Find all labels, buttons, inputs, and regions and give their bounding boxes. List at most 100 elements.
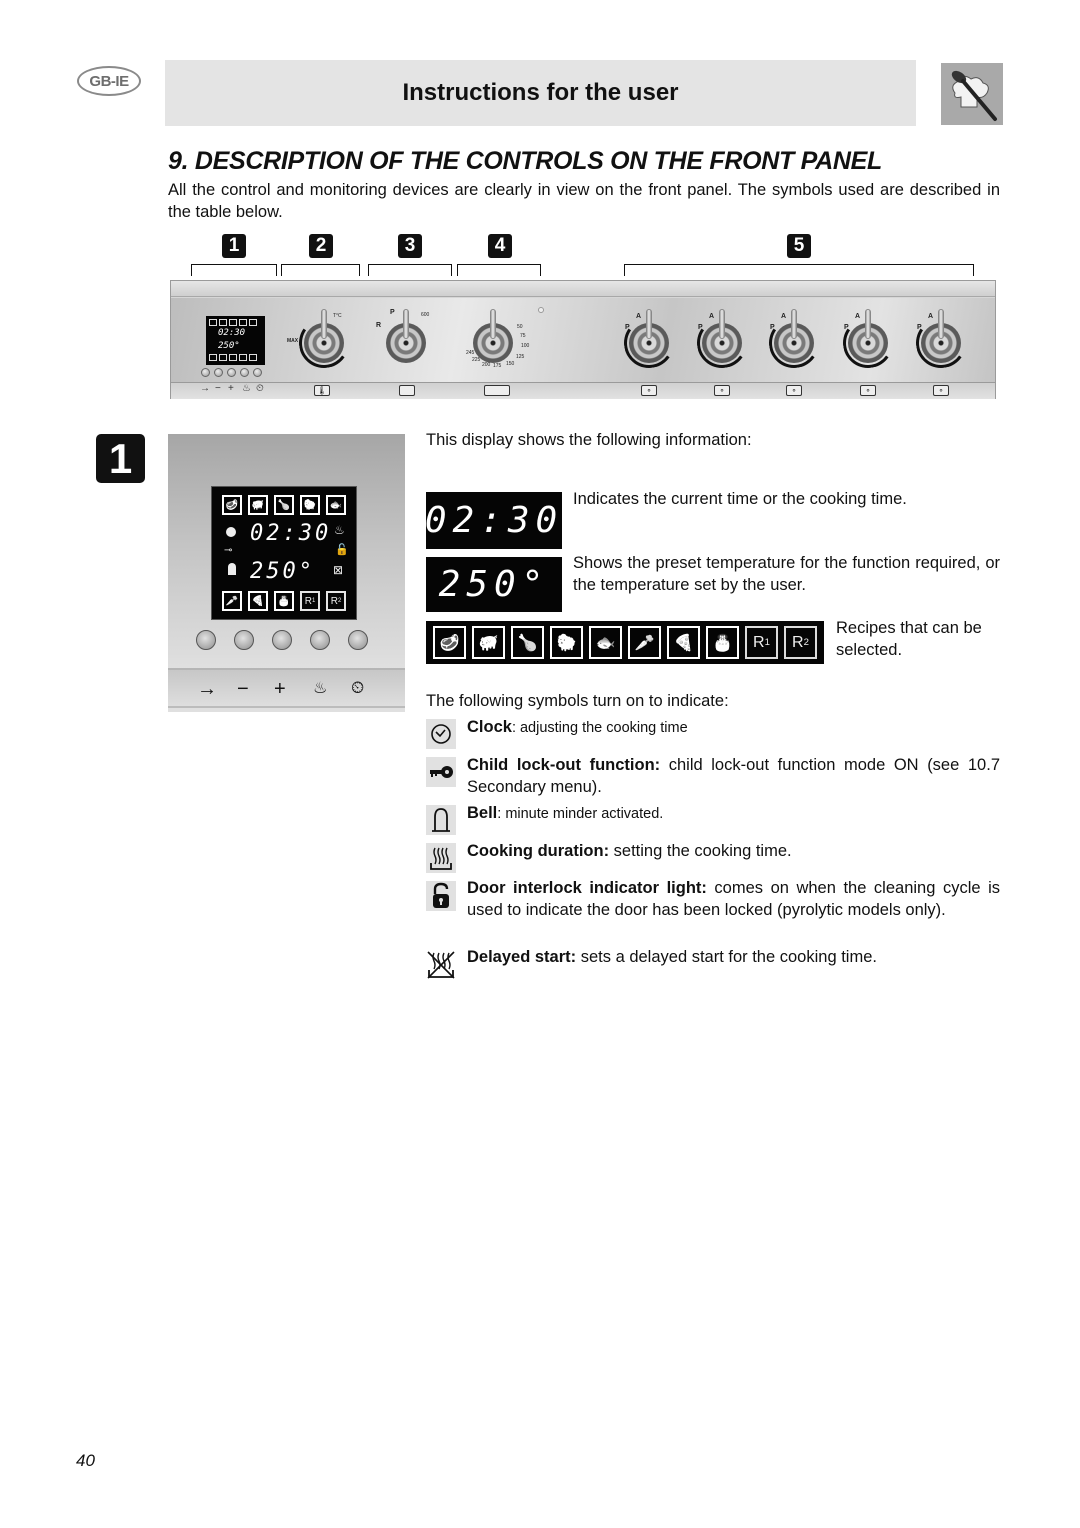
mini-clock-icon: ⏲ bbox=[256, 383, 264, 394]
mini-button[interactable] bbox=[201, 368, 210, 377]
hob-burner-knob-2[interactable] bbox=[702, 309, 742, 363]
knob-handle bbox=[646, 309, 652, 339]
display-bell-icon bbox=[228, 563, 236, 575]
mini-button[interactable] bbox=[240, 368, 249, 377]
symbol-text: : adjusting the cooking time bbox=[511, 720, 688, 736]
programmer-button-2[interactable] bbox=[234, 630, 254, 650]
timer-scale-225: 225 bbox=[472, 357, 481, 363]
time-display-text: Indicates the current time or the cookin… bbox=[573, 490, 907, 508]
header-title: Instructions for the user bbox=[402, 79, 679, 106]
fish-icon: 🐟 bbox=[589, 626, 622, 659]
display-padlock-icon: 🔓 bbox=[335, 544, 349, 556]
hob-burner-knob-3[interactable] bbox=[774, 309, 814, 363]
knob-handle bbox=[938, 309, 944, 339]
language-badge: GB-IE bbox=[77, 66, 141, 96]
hob-knob-label-a: A bbox=[636, 313, 642, 320]
knob2-label-p: P bbox=[390, 309, 395, 316]
indicator-light bbox=[538, 307, 544, 313]
symbol-title: Bell bbox=[467, 804, 498, 822]
function-selector-knob[interactable] bbox=[386, 309, 426, 363]
knob1-label-top: T°C bbox=[333, 313, 342, 319]
cooking-duration-icon: ♨ bbox=[313, 680, 328, 697]
lamb-icon: 🐑 bbox=[550, 626, 583, 659]
mini-button[interactable] bbox=[227, 368, 236, 377]
knob1-label-left: MAX bbox=[287, 338, 299, 344]
mini-button[interactable] bbox=[214, 368, 223, 377]
mini-recipe-row-top bbox=[209, 319, 257, 326]
hob-knob-label-p: P bbox=[698, 324, 703, 331]
programmer-button-3[interactable] bbox=[272, 630, 292, 650]
beef-icon: 🥩 bbox=[433, 626, 466, 659]
programmer-button-4[interactable] bbox=[310, 630, 330, 650]
mini-plus-icon: + bbox=[228, 383, 234, 394]
burner-position-symbol: ∘ bbox=[714, 385, 730, 396]
burner-position-symbol: ∘ bbox=[933, 385, 949, 396]
symbol-text: sets a delayed start for the cooking tim… bbox=[576, 948, 877, 966]
hob-knob-label-a: A bbox=[781, 313, 787, 320]
timer-symbol-box bbox=[484, 385, 510, 396]
hob-knob-label-p: P bbox=[770, 324, 775, 331]
symbol-clock-description: Clock: adjusting the cooking time bbox=[467, 716, 1000, 739]
clock-icon bbox=[426, 719, 456, 749]
page-header: Instructions for the user bbox=[165, 60, 916, 126]
thermostat-knob[interactable] bbox=[304, 309, 344, 363]
knob-handle bbox=[865, 309, 871, 339]
symbol-title: Clock bbox=[467, 718, 512, 736]
delayed-start-icon bbox=[426, 950, 456, 980]
figure-1-badge: 1 bbox=[96, 434, 145, 483]
timer-scale-75: 75 bbox=[520, 333, 526, 339]
thermometer-symbol-box: 🌡 bbox=[314, 385, 330, 396]
symbol-title: Delayed start: bbox=[467, 948, 577, 966]
symbol-text: : minute minder activated. bbox=[497, 806, 664, 822]
pork-icon: 🐖 bbox=[472, 626, 505, 659]
mini-button[interactable] bbox=[253, 368, 262, 377]
mini-temp: 250° bbox=[218, 341, 240, 351]
hob-burner-knob-1[interactable] bbox=[629, 309, 669, 363]
pizza-icon: 🍕 bbox=[667, 626, 700, 659]
minus-icon: − bbox=[237, 678, 249, 700]
bracket-3 bbox=[368, 264, 452, 276]
timer-scale-100: 100 bbox=[521, 343, 530, 349]
timer-scale-245: 245 bbox=[466, 350, 475, 356]
intro-text: All the control and monitoring devices a… bbox=[168, 181, 1000, 221]
padlock-icon bbox=[426, 881, 456, 911]
symbols-lead: The following symbols turn on to indicat… bbox=[426, 692, 729, 710]
mini-recipe-row-bottom bbox=[209, 354, 257, 361]
clock-icon: ⏲ bbox=[351, 678, 365, 697]
temp-display-text: Shows the preset temperature for the fun… bbox=[573, 554, 1000, 594]
timer-scale-200: 200 bbox=[482, 362, 491, 368]
hob-burner-knob-4[interactable] bbox=[848, 309, 888, 363]
hob-knob-label-p: P bbox=[844, 324, 849, 331]
chef-hat-spoon-icon bbox=[941, 63, 1003, 125]
temp-display-sample: 250° bbox=[426, 557, 562, 612]
symbol-bell-description: Bell: minute minder activated. bbox=[467, 802, 1000, 825]
bracket-1 bbox=[191, 264, 277, 276]
knob-handle bbox=[719, 309, 725, 339]
programmer-panel-enlarged: 🥩 🐖 🍗 🐑 🐟 ⊸ 02:30 250° ♨ 🔓 ⊠ 🥕 🍕 🎂 R 1 R 2 → − + ♨… bbox=[168, 434, 405, 712]
programmer-button-1[interactable] bbox=[196, 630, 216, 650]
hob-burner-knob-5[interactable] bbox=[921, 309, 961, 363]
recipe-r2: R2 bbox=[784, 626, 817, 659]
knob-handle bbox=[403, 309, 409, 339]
recipe-icons-strip: 🥩 🐖 🍗 🐑 🐟 🥕 🍕 🎂 R 1 R 2 bbox=[426, 621, 824, 664]
callout-1: 1 bbox=[222, 234, 246, 258]
lamb-icon: 🐑 bbox=[300, 495, 320, 515]
recipe-r1: R1 bbox=[300, 591, 320, 611]
recipe-r2: R2 bbox=[326, 591, 346, 611]
display-time: 02:30 bbox=[250, 521, 332, 546]
mini-arrow-icon: → bbox=[200, 383, 210, 394]
mini-display: 02:30 250° bbox=[206, 316, 265, 365]
programmer-button-5[interactable] bbox=[348, 630, 368, 650]
display-recipe-row-bottom: 🥕 🍕 🎂 R 1 R 2 bbox=[222, 591, 346, 611]
bracket-4 bbox=[457, 264, 541, 276]
vegetables-icon: 🥕 bbox=[628, 626, 661, 659]
hob-knob-label-a: A bbox=[928, 313, 934, 320]
section-title: 9. DESCRIPTION OF THE CONTROLS ON THE FR… bbox=[168, 147, 883, 175]
callout-5: 5 bbox=[787, 234, 811, 258]
burner-position-symbol: ∘ bbox=[860, 385, 876, 396]
hob-knob-label-a: A bbox=[709, 313, 715, 320]
symbol-title: Cooking duration: bbox=[467, 842, 610, 860]
symbol-title: Child lock-out function: bbox=[467, 756, 661, 774]
cake-icon: 🎂 bbox=[274, 591, 294, 611]
pork-icon: 🐖 bbox=[248, 495, 268, 515]
